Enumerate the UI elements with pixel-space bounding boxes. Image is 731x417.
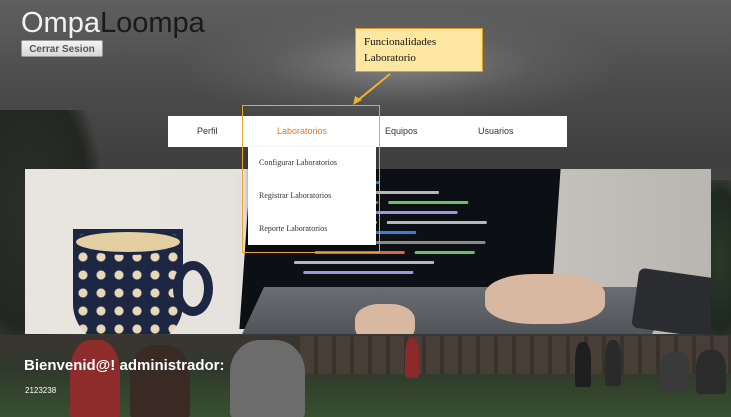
nav-item-equipos[interactable]: Equipos (385, 116, 418, 147)
dropdown-item-reporte[interactable]: Reporte Laboratorios (259, 224, 327, 233)
brand-logo: OmpaLoompa (21, 6, 205, 40)
laptop-keyboard (236, 287, 674, 334)
user-code: 2123238 (25, 386, 57, 395)
person-silhouette (70, 340, 120, 417)
nav-item-perfil[interactable]: Perfil (197, 116, 218, 147)
annotation-callout: Funcionalidades Laboratorio (355, 28, 483, 72)
hand (485, 274, 605, 324)
laboratorios-dropdown: Configurar Laboratorios Registrar Labora… (248, 147, 376, 245)
welcome-message: Bienvenid@! administrador: (24, 357, 225, 374)
person-silhouette (660, 352, 690, 392)
person-silhouette (405, 338, 419, 378)
dropdown-item-configurar[interactable]: Configurar Laboratorios (259, 158, 337, 167)
callout-line1: Funcionalidades (364, 36, 437, 48)
person-silhouette (605, 340, 621, 386)
coffee-cup-rim (73, 229, 183, 255)
coffee-cup-handle (173, 261, 213, 316)
logout-button[interactable]: Cerrar Sesion (21, 40, 103, 57)
brand-part1: Ompa (21, 7, 100, 39)
dropdown-item-registrar[interactable]: Registrar Laboratorios (259, 191, 331, 200)
person-silhouette (130, 345, 190, 417)
person-silhouette (575, 342, 591, 387)
callout-line2: Laboratorio (364, 52, 416, 64)
smartphone (631, 267, 711, 334)
hand (355, 304, 415, 334)
nav-item-usuarios[interactable]: Usuarios (478, 116, 514, 147)
person-silhouette (230, 340, 305, 417)
brand-part2: Loompa (99, 7, 205, 39)
person-silhouette (696, 350, 726, 394)
